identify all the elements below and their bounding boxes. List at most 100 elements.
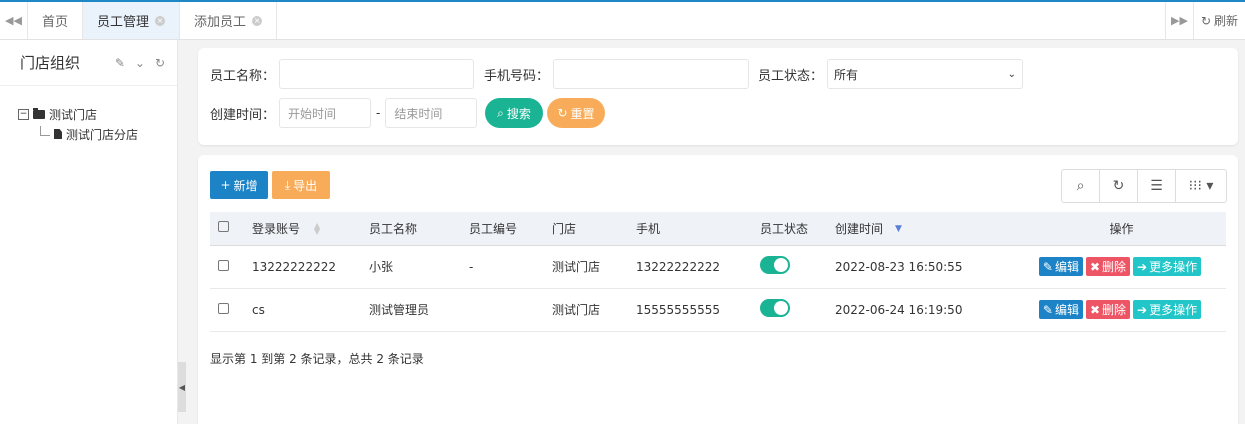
phone-field: 手机号码：: [484, 59, 750, 89]
phone-input[interactable]: [553, 59, 750, 89]
close-icon[interactable]: ×: [155, 15, 166, 26]
more-actions-button[interactable]: ➔ 更多操作: [1133, 257, 1202, 276]
add-button[interactable]: + 新增: [210, 171, 268, 199]
column-header-created[interactable]: 创建时间 ▼: [827, 212, 1017, 246]
tab-spacer: [277, 2, 1165, 39]
end-time-input[interactable]: 结束时间: [385, 98, 478, 128]
panel-title: 门店组织: [20, 54, 81, 72]
tab-add-employee[interactable]: 添加员工 ×: [180, 2, 278, 39]
close-icon: ✖: [1089, 259, 1101, 274]
refresh-button[interactable]: ↻ 刷新: [1193, 2, 1245, 39]
caret-left-icon: ◀: [178, 382, 186, 392]
tab-bar: ◀◀ 首页 员工管理 × 添加员工 × ▶▶ ↻ 刷新: [0, 0, 1245, 40]
row-select-cell: [210, 245, 244, 289]
chevron-down-icon[interactable]: ⌄: [135, 56, 145, 70]
actions-cell: ✎ 编辑 ✖ 删除 ➔ 更多操作: [1017, 288, 1226, 332]
tree-connector: [40, 126, 50, 136]
edit-icon: ✎: [1042, 259, 1053, 274]
table-row: cs 测试管理员 测试门店 15555555555 2022-06-24 16:…: [210, 288, 1226, 332]
status-cell: [752, 245, 827, 289]
employee-name-field: 员工名称：: [210, 59, 475, 89]
tab-home[interactable]: 首页: [28, 2, 84, 39]
delete-button[interactable]: ✖ 删除: [1085, 257, 1131, 276]
employee-name-input[interactable]: [279, 59, 475, 89]
name-cell: 小张: [361, 245, 461, 289]
created-cell: 2022-08-23 16:50:55: [827, 245, 1017, 289]
refresh-icon[interactable]: ↻: [155, 56, 165, 70]
code-cell: -: [461, 245, 544, 289]
delete-button[interactable]: ✖ 删除: [1085, 300, 1131, 319]
export-button[interactable]: ⤓ 导出: [272, 171, 330, 199]
store-cell: 测试门店: [544, 288, 628, 332]
chevron-down-icon: ⌄: [1007, 68, 1017, 80]
employee-table: 登录账号 ▲ ▼ 员工名称 员工编号 门店 手机 员工状态 创建时间 ▼ 操作 132…: [210, 212, 1226, 332]
column-header-actions: 操作: [1017, 212, 1226, 246]
more-actions-button[interactable]: ➔ 更多操作: [1133, 300, 1202, 319]
column-header-store: 门店: [544, 212, 628, 246]
search-button[interactable]: ⌕ 搜索: [485, 98, 543, 128]
edit-button[interactable]: ✎ 编辑: [1038, 300, 1083, 319]
column-header-phone: 手机: [628, 212, 752, 246]
store-organization-panel: 门店组织 ✎ ⌄ ↻ − 测试门店 测试门店分店: [0, 40, 178, 424]
store-tree: − 测试门店 测试门店分店: [0, 86, 177, 144]
edit-button[interactable]: ✎ 编辑: [1038, 257, 1083, 276]
column-header-code: 员工编号: [461, 212, 544, 246]
table-header-row: 登录账号 ▲ ▼ 员工名称 员工编号 门店 手机 员工状态 创建时间 ▼ 操作: [210, 212, 1226, 246]
phone-cell: 15555555555: [628, 288, 752, 332]
close-icon: ✖: [1089, 302, 1101, 317]
status-toggle[interactable]: [760, 299, 790, 317]
edit-icon: ✎: [1042, 302, 1053, 317]
sidebar-collapse-handle[interactable]: ◀: [178, 362, 186, 412]
search-icon: ⌕: [1076, 178, 1085, 194]
double-right-icon: ▶▶: [1171, 14, 1188, 27]
account-cell: 13222222222: [244, 245, 361, 289]
start-time-input[interactable]: 开始时间: [279, 98, 372, 128]
list-icon: ☰: [1150, 178, 1163, 194]
status-cell: [752, 288, 827, 332]
search-icon: ⌕: [497, 105, 504, 120]
actions-cell: ✎ 编辑 ✖ 删除 ➔ 更多操作: [1017, 245, 1226, 289]
status-select[interactable]: 所有 ⌄: [827, 59, 1024, 89]
employee-table-panel: + 新增 ⤓ 导出 ⌕ ↻ ☰ ⁝⁝⁝ ▾ 登录账号 ▲ ▼ 员工名称 员工编号 门店 …: [198, 155, 1238, 424]
tree-node-child[interactable]: 测试门店分店: [18, 124, 177, 144]
refresh-table-button[interactable]: ↻: [1100, 170, 1138, 202]
search-toggle-button[interactable]: ⌕: [1062, 170, 1100, 202]
download-icon: ⤓: [284, 177, 291, 192]
status-toggle[interactable]: [760, 256, 790, 274]
row-checkbox[interactable]: [218, 302, 229, 314]
sort-desc-icon[interactable]: ▼: [895, 224, 902, 234]
tab-scroll-right-button[interactable]: ▶▶: [1165, 2, 1193, 39]
plus-icon: +: [220, 178, 231, 192]
column-header-account[interactable]: 登录账号 ▲ ▼: [244, 212, 361, 246]
column-header-status: 员工状态: [752, 212, 827, 246]
close-icon[interactable]: ×: [252, 15, 263, 26]
created-cell: 2022-06-24 16:19:50: [827, 288, 1017, 332]
code-cell: [461, 288, 544, 332]
reset-button[interactable]: ↻ 重置: [547, 98, 605, 128]
refresh-icon: ↻: [1200, 13, 1212, 28]
refresh-icon: ↻: [557, 106, 568, 120]
column-header-name: 员工名称: [361, 212, 461, 246]
sort-icon[interactable]: ▲ ▼: [314, 222, 320, 236]
file-icon: [54, 129, 62, 139]
table-row: 13222222222 小张 - 测试门店 13222222222 2022-0…: [210, 245, 1226, 289]
edit-icon[interactable]: ✎: [115, 56, 125, 70]
row-checkbox[interactable]: [218, 259, 229, 271]
folder-open-icon: [33, 107, 45, 119]
collapse-icon[interactable]: −: [18, 108, 29, 120]
name-cell: 测试管理员: [361, 288, 461, 332]
select-all-checkbox[interactable]: [218, 221, 229, 233]
tab-employee-management[interactable]: 员工管理 ×: [83, 2, 181, 39]
store-cell: 测试门店: [544, 245, 628, 289]
panel-header: 门店组织 ✎ ⌄ ↻: [0, 40, 177, 86]
columns-button[interactable]: ⁝⁝⁝ ▾: [1176, 170, 1226, 202]
double-left-icon: ◀◀: [5, 14, 22, 27]
tab-scroll-left-button[interactable]: ◀◀: [0, 2, 28, 39]
grid-icon: ⁝⁝⁝ ▾: [1188, 178, 1214, 194]
panel-tools: ✎ ⌄ ↻: [115, 56, 165, 70]
pagination-info: 显示第 1 到第 2 条记录，总共 2 条记录: [210, 352, 424, 366]
account-cell: cs: [244, 288, 361, 332]
search-panel: 员工名称： 手机号码： 员工状态： 所有 ⌄ 创建时间： 开始时间 - 结束时间…: [198, 48, 1238, 145]
tree-node-root[interactable]: − 测试门店: [18, 104, 177, 124]
card-view-button[interactable]: ☰: [1138, 170, 1176, 202]
